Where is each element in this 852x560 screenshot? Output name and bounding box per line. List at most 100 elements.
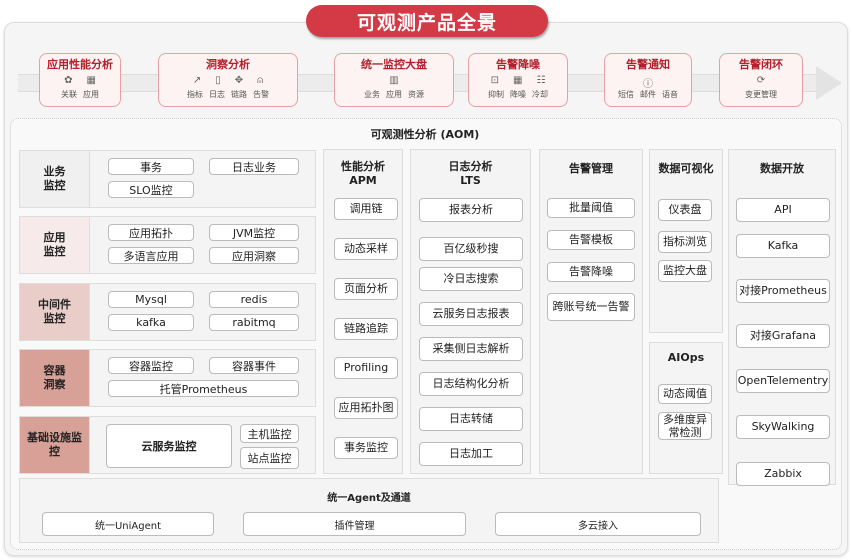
row-item[interactable]: 应用洞察 <box>209 247 299 264</box>
stage-label: 指标 <box>187 90 203 99</box>
row-item[interactable]: kafka <box>108 314 194 331</box>
suppress-icon: ⊡ <box>490 75 499 86</box>
stage-label: 抑制 <box>488 90 504 99</box>
row-label: 基础设施监 控 <box>20 417 90 473</box>
row-item[interactable]: 云服务监控 <box>106 424 232 468</box>
agent-item: 插件管理 <box>243 512 466 536</box>
apm-item[interactable]: 动态采样 <box>334 238 398 260</box>
viz-title: 数据可视化 <box>658 162 714 175</box>
row-item[interactable]: 多语言应用 <box>108 247 194 264</box>
row-item[interactable]: Mysql <box>108 291 194 308</box>
apm-item[interactable]: 页面分析 <box>334 278 398 300</box>
alarm-column: 告警管理批量阈值告警模板告警降噪跨账号统一告警 <box>539 149 643 474</box>
apm-item[interactable]: 链路追踪 <box>334 318 398 340</box>
agent-item: 多云接入 <box>495 512 701 536</box>
stage-title: 告警闭环 <box>739 58 783 71</box>
cycle-icon: ⟳ <box>756 75 766 86</box>
apm-item[interactable]: 调用链 <box>334 198 398 220</box>
row-label: 容器 洞察 <box>20 350 90 406</box>
lts-item[interactable]: 采集侧日志解析 <box>419 337 523 361</box>
lts-item[interactable]: 百亿级秒搜 <box>419 237 523 261</box>
open-item[interactable]: 对接Grafana <box>736 324 830 348</box>
stage-label: 资源 <box>408 90 424 99</box>
viz-item[interactable]: 仪表盘 <box>658 199 712 221</box>
row-item[interactable]: 容器事件 <box>209 357 299 374</box>
dashboard-icon: ▥ <box>389 75 399 86</box>
stage-label: 日志 <box>209 90 225 99</box>
row-item[interactable]: 应用拓扑 <box>108 224 194 241</box>
stage-0: 应用性能分析 ✿ ▦ 关联 应用 <box>39 53 121 107</box>
stage-title: 告警降噪 <box>496 58 540 71</box>
lts-item[interactable]: 日志加工 <box>419 442 523 466</box>
row-item[interactable]: 容器监控 <box>108 357 194 374</box>
row-item[interactable]: JVM监控 <box>209 224 299 241</box>
stage-label: 业务 <box>364 90 380 99</box>
viz-item[interactable]: 监控大盘 <box>658 260 712 282</box>
monitor-row-0: 业务 监控 事务 日志业务 SLO监控 <box>19 150 316 208</box>
agent-title: 统一Agent及通道 <box>327 493 411 504</box>
apm-item[interactable]: 事务监控 <box>334 437 398 459</box>
aiops-item[interactable]: 动态阈值 <box>658 384 712 404</box>
alarm-item[interactable]: 跨账号统一告警 <box>547 293 635 321</box>
open-item[interactable]: OpenTelementry <box>736 369 830 393</box>
alarm-icon: ⍝ <box>257 75 264 86</box>
row-item[interactable]: redis <box>209 291 299 308</box>
row-label: 应用 监控 <box>20 217 90 273</box>
trace-icon: ✥ <box>234 75 244 86</box>
lts-item[interactable]: 冷日志搜索 <box>419 267 523 291</box>
stage-label: 应用 <box>83 90 99 99</box>
stage-label: 邮件 <box>640 90 656 99</box>
aom-title: 可观测性分析 (AOM) <box>370 128 480 141</box>
lts-item[interactable]: 日志转储 <box>419 407 523 431</box>
open-title: 数据开放 <box>760 162 804 175</box>
grid-icon: ▦ <box>512 75 523 86</box>
row-item[interactable]: 托管Prometheus <box>108 380 299 397</box>
stage-label: 降噪 <box>510 90 526 99</box>
slider-icon: ☷ <box>536 75 546 86</box>
stage-title: 洞察分析 <box>206 58 250 71</box>
lts-item[interactable]: 日志结构化分析 <box>419 372 523 396</box>
open-item[interactable]: Kafka <box>736 234 830 258</box>
stage-title: 告警通知 <box>626 58 670 71</box>
viz-item[interactable]: 指标浏览 <box>658 231 712 253</box>
alarm-item[interactable]: 告警模板 <box>547 230 635 250</box>
lts-item[interactable]: 报表分析 <box>419 198 523 222</box>
row-item[interactable]: 主机监控 <box>240 424 299 443</box>
open-item[interactable]: SkyWalking <box>736 415 830 439</box>
alarm-title: 告警管理 <box>569 162 613 175</box>
grid-icon: ▦ <box>86 75 96 86</box>
row-item[interactable]: 日志业务 <box>209 158 299 175</box>
stage-4: 告警通知 ⓘ 短信 邮件 语音 <box>604 53 692 107</box>
stage-label: 关联 <box>61 90 77 99</box>
stage-3: 告警降噪 ⊡ ▦ ☷ 抑制 降噪 冷却 <box>468 53 568 107</box>
stage-label: 告警 <box>253 90 269 99</box>
apm-item[interactable]: Profiling <box>334 357 398 379</box>
row-item[interactable]: rabitmq <box>209 314 299 331</box>
stage-title: 应用性能分析 <box>47 58 113 71</box>
lts-item[interactable]: 云服务日志报表 <box>419 302 523 326</box>
aiops-title: AIOps <box>667 351 705 364</box>
flow-arrow-icon <box>816 66 842 100</box>
agent-section: 统一Agent及通道 统一UniAgent 插件管理 多云接入 <box>19 478 719 543</box>
open-item[interactable]: Zabbix <box>736 462 830 486</box>
viz-column: 数据可视化仪表盘指标浏览监控大盘 <box>649 149 723 333</box>
row-item[interactable]: 事务 <box>108 158 194 175</box>
apm-item[interactable]: 应用拓扑图 <box>334 397 398 419</box>
row-item[interactable]: SLO监控 <box>108 181 194 198</box>
stage-label: 冷却 <box>532 90 548 99</box>
stage-label: 变更管理 <box>745 90 777 99</box>
monitor-row-1: 应用 监控 应用拓扑 JVM监控 多语言应用 应用洞察 <box>19 216 316 274</box>
open-item[interactable]: API <box>736 198 830 222</box>
row-label: 业务 监控 <box>20 151 90 207</box>
monitor-row-3: 容器 洞察 容器监控 容器事件托管Prometheus <box>19 349 316 407</box>
aiops-item[interactable]: 多维度异 常检测 <box>658 412 712 440</box>
alarm-item[interactable]: 批量阈值 <box>547 198 635 218</box>
stage-title: 统一监控大盘 <box>361 58 427 71</box>
alarm-item[interactable]: 告警降噪 <box>547 262 635 282</box>
row-label: 中间件 监控 <box>20 284 90 340</box>
row-item[interactable]: 站点监控 <box>240 447 299 469</box>
lts-title: 日志分析 LTS <box>448 160 493 188</box>
open-column: 数据开放 API Kafka 对接Prometheus 对接Grafana OpenTel… <box>728 149 836 486</box>
open-item[interactable]: 对接Prometheus <box>736 279 830 303</box>
stage-2: 统一监控大盘 ▥ 业务 应用 资源 <box>334 53 454 107</box>
